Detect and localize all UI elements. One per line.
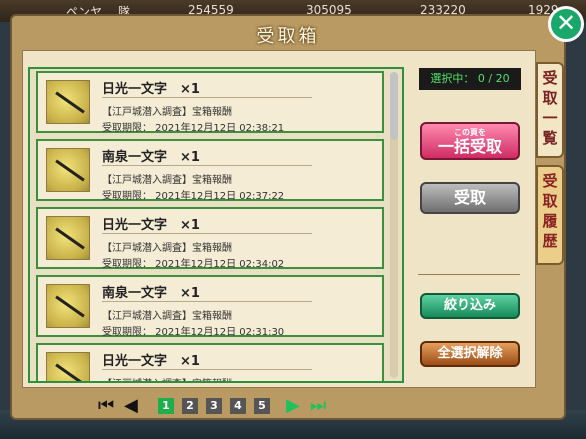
item-date: 受取期限： 2021年12月12日 02:31:30 <box>102 327 285 338</box>
item-desc: 【江戸城潜入調査】宝箱報酬 <box>102 107 232 118</box>
bulk-receive-caption: この頁を <box>454 127 486 137</box>
divider <box>102 301 312 302</box>
sword-icon <box>46 216 90 260</box>
list-item[interactable]: 日光一文字 ×1 【江戸城潜入調査】宝箱報酬 受取期限： 2021年12月12日… <box>36 71 384 134</box>
close-icon[interactable]: ✕ <box>548 6 584 42</box>
divider <box>102 369 312 370</box>
window-title: 受取箱 <box>256 26 320 47</box>
item-date: 受取期限： 2021年12月12日 02:34:02 <box>102 259 285 270</box>
tab-received-list[interactable]: 受 取 一 覧 <box>536 62 564 158</box>
divider <box>102 233 312 234</box>
sword-icon <box>46 352 90 381</box>
selection-counter: 選択中： 0 / 20 <box>419 68 521 90</box>
list-item[interactable]: 南泉一文字 ×1 【江戸城潜入調査】宝箱報酬 受取期限： 2021年12月12日… <box>36 139 384 202</box>
bulk-receive-label: 一括受取 <box>437 137 502 156</box>
page-5[interactable]: 5 <box>254 398 270 414</box>
next-page-icon[interactable]: ▶ <box>286 396 300 416</box>
reward-list[interactable]: 日光一文字 ×1 【江戸城潜入調査】宝箱報酬 受取期限： 2021年12月12日… <box>28 67 404 383</box>
item-date: 受取期限： 2021年12月12日 02:38:21 <box>102 123 285 134</box>
tab-char: 取 <box>542 192 558 210</box>
list-item[interactable]: 日光一文字 ×1 【江戸城潜入調査】宝箱報酬 <box>36 343 384 381</box>
divider <box>102 97 312 98</box>
item-name: 南泉一文字 ×1 <box>102 150 200 165</box>
page-3[interactable]: 3 <box>206 398 222 414</box>
first-page-icon[interactable]: ⏮ <box>98 396 114 416</box>
item-name: 南泉一文字 ×1 <box>102 286 200 301</box>
item-name: 日光一文字 ×1 <box>102 218 200 233</box>
item-desc: 【江戸城潜入調査】宝箱報酬 <box>102 243 232 254</box>
item-desc: 【江戸城潜入調査】宝箱報酬 <box>102 375 232 381</box>
list-scrollbar[interactable] <box>390 72 398 378</box>
tab-receive-history[interactable]: 受 取 履 歴 <box>536 165 564 265</box>
sword-icon <box>46 148 90 192</box>
filter-button[interactable]: 絞り込み <box>420 293 520 319</box>
item-name: 日光一文字 ×1 <box>102 82 200 97</box>
list-item[interactable]: 日光一文字 ×1 【江戸城潜入調査】宝箱報酬 受取期限： 2021年12月12日… <box>36 207 384 270</box>
sword-icon <box>46 284 90 328</box>
tab-char: 覧 <box>542 129 558 147</box>
prev-page-icon[interactable]: ◀ <box>124 396 138 416</box>
item-desc: 【江戸城潜入調査】宝箱報酬 <box>102 311 232 322</box>
item-date: 受取期限： 2021年12月12日 02:37:22 <box>102 191 285 202</box>
item-name: 日光一文字 ×1 <box>102 354 200 369</box>
page-1[interactable]: 1 <box>158 398 174 414</box>
tab-char: 歴 <box>542 232 558 250</box>
divider <box>102 165 312 166</box>
page-4[interactable]: 4 <box>230 398 246 414</box>
page-2[interactable]: 2 <box>182 398 198 414</box>
list-item[interactable]: 南泉一文字 ×1 【江戸城潜入調査】宝箱報酬 受取期限： 2021年12月12日… <box>36 275 384 338</box>
item-desc: 【江戸城潜入調査】宝箱報酬 <box>102 175 232 186</box>
clear-selection-button[interactable]: 全選択解除 <box>420 341 520 367</box>
bulk-receive-button[interactable]: この頁を 一括受取 <box>420 122 520 160</box>
tab-char: 履 <box>542 212 558 230</box>
receive-button[interactable]: 受取 <box>420 182 520 214</box>
tab-char: 受 <box>542 172 558 190</box>
controls-divider <box>418 274 520 275</box>
sword-icon <box>46 80 90 124</box>
tab-char: 取 <box>542 89 558 107</box>
last-page-icon[interactable]: ⏭ <box>310 396 326 416</box>
scroll-thumb[interactable] <box>390 72 398 140</box>
tab-char: 受 <box>542 69 558 87</box>
tab-char: 一 <box>542 109 558 127</box>
pagination: ⏮ ◀ 1 2 3 4 5 ▶ ⏭ <box>0 396 586 418</box>
